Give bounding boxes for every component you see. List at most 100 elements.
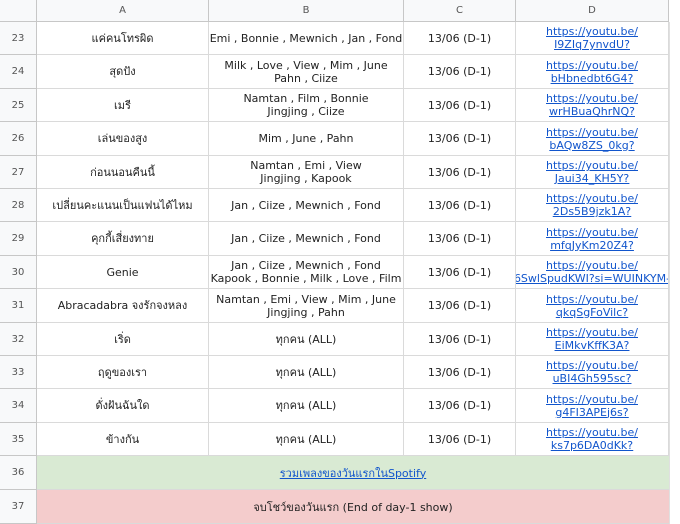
song-title-cell[interactable]: Genie	[37, 256, 209, 289]
youtube-link-cell[interactable]: https://youtu.be/ks7p6DA0dKk?	[516, 423, 669, 456]
youtube-link-text[interactable]: https://youtu.be/	[546, 192, 638, 205]
date-cell[interactable]: 13/06 (D-1)	[404, 89, 516, 122]
date-cell[interactable]: 13/06 (D-1)	[404, 356, 516, 389]
youtube-link-id[interactable]: 6SwlSpudKWI?si=WUINKYM-	[516, 272, 668, 285]
song-title-cell[interactable]: คุกกี้เสี่ยงทาย	[37, 222, 209, 256]
song-title-cell[interactable]: Abracadabra จงรักจงหลง	[37, 289, 209, 323]
youtube-link-text[interactable]: https://youtu.be/	[546, 126, 638, 139]
date-cell[interactable]: 13/06 (D-1)	[404, 55, 516, 89]
row-number[interactable]: 37	[0, 490, 37, 524]
song-title-cell[interactable]: เปลี่ยนคะแนนเป็นแฟนได้ไหม	[37, 189, 209, 222]
row-number[interactable]: 27	[0, 156, 37, 189]
youtube-link-text[interactable]: https://youtu.be/	[546, 393, 638, 406]
members-cell[interactable]: ทุกคน (ALL)	[209, 323, 404, 356]
row-number[interactable]: 32	[0, 323, 37, 356]
youtube-link-text[interactable]: https://youtu.be/	[546, 293, 638, 306]
members-cell[interactable]: Emi , Bonnie , Mewnich , Jan , Fond	[209, 22, 404, 55]
youtube-link-cell[interactable]: https://youtu.be/bAQw8ZS_0kg?	[516, 122, 669, 156]
song-title-cell[interactable]: แค่คนโทรผิด	[37, 22, 209, 55]
youtube-link-cell[interactable]: https://youtu.be/mfqJyKm20Z4?	[516, 222, 669, 256]
song-title-cell[interactable]: เริ่ด	[37, 323, 209, 356]
column-header-d[interactable]: D	[516, 0, 669, 22]
date-cell[interactable]: 13/06 (D-1)	[404, 256, 516, 289]
youtube-link-cell[interactable]: https://youtu.be/wrHBuaQhrNQ?	[516, 89, 669, 122]
youtube-link-cell[interactable]: https://youtu.be/I9ZIq7ynvdU?	[516, 22, 669, 55]
youtube-link-cell[interactable]: https://youtu.be/EiMkvKffK3A?	[516, 323, 669, 356]
youtube-link-id[interactable]: 2Ds5B9jzk1A?	[553, 205, 631, 218]
members-cell[interactable]: ทุกคน (ALL)	[209, 423, 404, 456]
members-cell[interactable]: Jan , Ciize , Mewnich , Fond	[209, 189, 404, 222]
youtube-link-cell[interactable]: https://youtu.be/uBI4Gh595sc?	[516, 356, 669, 389]
song-title-cell[interactable]: ดั่งฝันฉันใด	[37, 389, 209, 423]
row-number[interactable]: 25	[0, 89, 37, 122]
row-number[interactable]: 30	[0, 256, 37, 289]
youtube-link-text[interactable]: https://youtu.be/	[546, 92, 638, 105]
row-number[interactable]: 31	[0, 289, 37, 323]
date-cell[interactable]: 13/06 (D-1)	[404, 222, 516, 256]
members-cell[interactable]: ทุกคน (ALL)	[209, 389, 404, 423]
youtube-link-id[interactable]: I9ZIq7ynvdU?	[554, 38, 630, 51]
song-title-cell[interactable]: สุดปัง	[37, 55, 209, 89]
members-cell[interactable]: Milk , Love , View , Mim , June Pahn , C…	[209, 55, 404, 89]
row-number[interactable]: 24	[0, 55, 37, 89]
youtube-link-id[interactable]: bHbnedbt6G4?	[551, 72, 634, 85]
youtube-link-cell[interactable]: https://youtu.be/Jaui34_KH5Y?	[516, 156, 669, 189]
youtube-link-text[interactable]: https://youtu.be/	[546, 59, 638, 72]
song-title-cell[interactable]: เมรี	[37, 89, 209, 122]
song-title-cell[interactable]: ฤดูของเรา	[37, 356, 209, 389]
column-header-b[interactable]: B	[209, 0, 404, 22]
date-cell[interactable]: 13/06 (D-1)	[404, 289, 516, 323]
youtube-link-id[interactable]: bAQw8ZS_0kg?	[549, 139, 634, 152]
youtube-link-id[interactable]: Jaui34_KH5Y?	[555, 172, 630, 185]
youtube-link-text[interactable]: https://youtu.be/	[546, 426, 638, 439]
youtube-link-text[interactable]: https://youtu.be/	[546, 159, 638, 172]
youtube-link-id[interactable]: g4FI3APEj6s?	[555, 406, 628, 419]
youtube-link-id[interactable]: wrHBuaQhrNQ?	[549, 105, 635, 118]
row-number[interactable]: 28	[0, 189, 37, 222]
row-number[interactable]: 36	[0, 456, 37, 490]
members-cell[interactable]: Namtan , Emi , View , Mim , June Jingjin…	[209, 289, 404, 323]
song-title-cell[interactable]: เล่นของสูง	[37, 122, 209, 156]
corner-cell[interactable]	[0, 0, 37, 22]
row-number[interactable]: 29	[0, 222, 37, 256]
youtube-link-cell[interactable]: https://youtu.be/2Ds5B9jzk1A?	[516, 189, 669, 222]
date-cell[interactable]: 13/06 (D-1)	[404, 389, 516, 423]
row-number[interactable]: 23	[0, 22, 37, 55]
members-cell[interactable]: Jan , Ciize , Mewnich , Fond	[209, 222, 404, 256]
scrollbar-gutter[interactable]	[669, 22, 680, 524]
members-cell[interactable]: Jan , Ciize , Mewnich , Fond Kapook , Bo…	[209, 256, 404, 289]
youtube-link-text[interactable]: https://youtu.be/	[546, 25, 638, 38]
members-cell[interactable]: Namtan , Emi , View Jingjing , Kapook	[209, 156, 404, 189]
youtube-link-id[interactable]: qkqSgFoVilc?	[556, 306, 628, 319]
youtube-link-text[interactable]: https://youtu.be/	[546, 259, 638, 272]
date-cell[interactable]: 13/06 (D-1)	[404, 189, 516, 222]
youtube-link-cell[interactable]: https://youtu.be/6SwlSpudKWI?si=WUINKYM-	[516, 256, 669, 289]
song-title-cell[interactable]: ก่อนนอนคืนนี้	[37, 156, 209, 189]
date-cell[interactable]: 13/06 (D-1)	[404, 22, 516, 55]
date-cell[interactable]: 13/06 (D-1)	[404, 122, 516, 156]
members-cell[interactable]: ทุกคน (ALL)	[209, 356, 404, 389]
row-number[interactable]: 34	[0, 389, 37, 423]
column-header-c[interactable]: C	[404, 0, 516, 22]
row-number[interactable]: 35	[0, 423, 37, 456]
youtube-link-id[interactable]: ks7p6DA0dKk?	[551, 439, 633, 452]
youtube-link-cell[interactable]: https://youtu.be/qkqSgFoVilc?	[516, 289, 669, 323]
song-title-cell[interactable]: ข้างกัน	[37, 423, 209, 456]
row-number[interactable]: 26	[0, 122, 37, 156]
date-cell[interactable]: 13/06 (D-1)	[404, 323, 516, 356]
date-cell[interactable]: 13/06 (D-1)	[404, 156, 516, 189]
youtube-link-id[interactable]: EiMkvKffK3A?	[555, 339, 630, 352]
column-header-a[interactable]: A	[37, 0, 209, 22]
youtube-link-cell[interactable]: https://youtu.be/g4FI3APEj6s?	[516, 389, 669, 423]
youtube-link-id[interactable]: uBI4Gh595sc?	[553, 372, 632, 385]
date-cell[interactable]: 13/06 (D-1)	[404, 423, 516, 456]
members-cell[interactable]: Namtan , Film , Bonnie Jingjing , Ciize	[209, 89, 404, 122]
youtube-link-text[interactable]: https://youtu.be/	[546, 326, 638, 339]
members-cell[interactable]: Mim , June , Pahn	[209, 122, 404, 156]
spotify-playlist-link[interactable]: รวมเพลงของวันแรกในSpotify	[280, 464, 426, 482]
youtube-link-text[interactable]: https://youtu.be/	[546, 226, 638, 239]
youtube-link-text[interactable]: https://youtu.be/	[546, 359, 638, 372]
youtube-link-cell[interactable]: https://youtu.be/bHbnedbt6G4?	[516, 55, 669, 89]
row-number[interactable]: 33	[0, 356, 37, 389]
youtube-link-id[interactable]: mfqJyKm20Z4?	[550, 239, 634, 252]
